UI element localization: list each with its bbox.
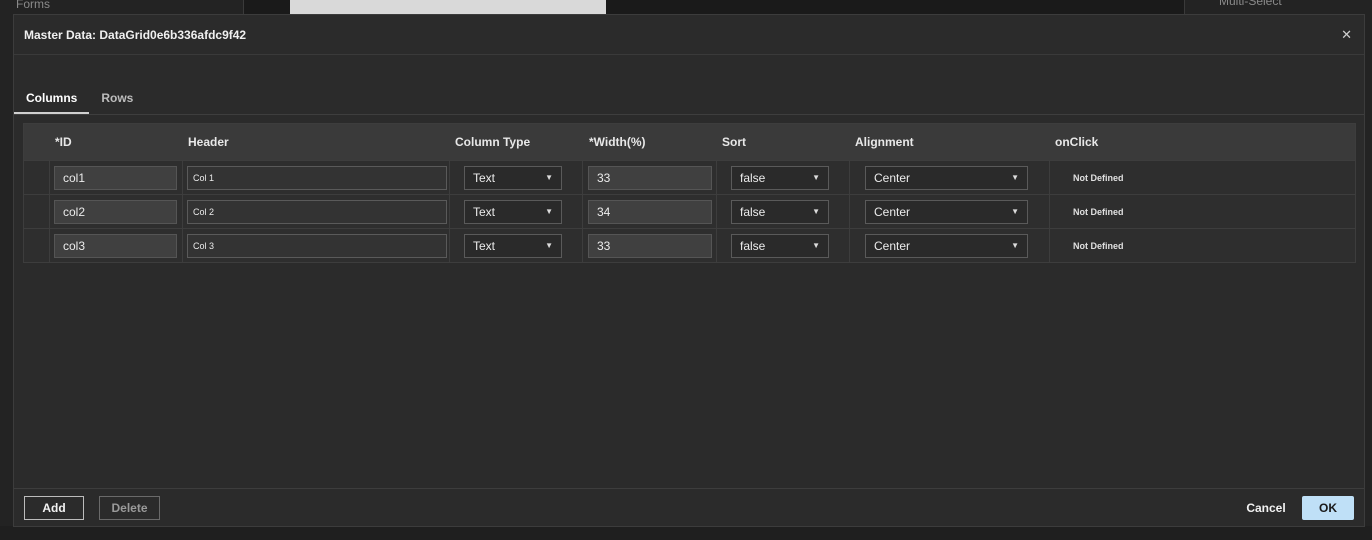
onclick-value[interactable]: Not Defined xyxy=(1073,207,1124,217)
alignment-value: Center xyxy=(874,238,911,253)
alignment-select[interactable]: Center ▼ xyxy=(865,199,1028,224)
footer-right-actions: Cancel OK xyxy=(1240,495,1354,520)
header-input[interactable]: Col 3 xyxy=(187,233,447,258)
alignment-value: Center xyxy=(874,204,911,219)
background-bottom-bar xyxy=(0,526,1372,540)
chevron-down-icon: ▼ xyxy=(812,173,820,182)
id-input[interactable]: col2 xyxy=(54,199,177,224)
alignment-select[interactable]: Center ▼ xyxy=(865,165,1028,190)
header-input[interactable]: Col 2 xyxy=(187,199,447,224)
column-type-value: Text xyxy=(473,204,496,219)
column-type-select[interactable]: Text ▼ xyxy=(464,165,562,190)
chevron-down-icon: ▼ xyxy=(1011,173,1019,182)
sort-select[interactable]: false ▼ xyxy=(731,199,829,224)
header-onclick: onClick xyxy=(1055,135,1099,149)
chevron-down-icon: ▼ xyxy=(1011,207,1019,216)
chevron-down-icon: ▼ xyxy=(1011,241,1019,250)
sort-select[interactable]: false ▼ xyxy=(731,165,829,190)
sort-value: false xyxy=(740,238,766,253)
column-type-select[interactable]: Text ▼ xyxy=(464,233,562,258)
chevron-down-icon: ▼ xyxy=(545,173,553,182)
header-input[interactable]: Col 1 xyxy=(187,165,447,190)
row-handle[interactable] xyxy=(24,229,50,262)
width-input[interactable]: 34 xyxy=(588,199,712,224)
onclick-value[interactable]: Not Defined xyxy=(1073,173,1124,183)
delete-button[interactable]: Delete xyxy=(99,495,160,520)
row-handle[interactable] xyxy=(24,161,50,194)
dialog-title: Master Data: DataGrid0e6b336afdc9f42 xyxy=(24,27,247,42)
header-id: *ID xyxy=(55,135,72,149)
chevron-down-icon: ▼ xyxy=(545,207,553,216)
id-input[interactable]: col3 xyxy=(54,233,177,258)
header-column-type: Column Type xyxy=(455,135,531,149)
alignment-value: Center xyxy=(874,170,911,185)
onclick-value[interactable]: Not Defined xyxy=(1073,241,1124,251)
master-data-dialog: Master Data: DataGrid0e6b336afdc9f42 ✕ C… xyxy=(13,14,1365,527)
tab-bar: Columns Rows xyxy=(14,87,1364,115)
table-row[interactable]: col3 Col 3 Text ▼ 33 false ▼ Center ▼ Not D… xyxy=(24,228,1355,262)
bg-tree-item-forms: Forms xyxy=(16,0,50,11)
header-width: *Width(%) xyxy=(589,135,646,149)
ok-button[interactable]: OK xyxy=(1302,495,1354,520)
grid-header-row: *ID Header Column Type *Width(%) Sort Al… xyxy=(24,124,1355,160)
background-canvas-strip xyxy=(290,0,606,14)
column-type-value: Text xyxy=(473,238,496,253)
bg-right-item: Multi-Select xyxy=(1219,0,1282,8)
sort-value: false xyxy=(740,170,766,185)
add-button[interactable]: Add xyxy=(24,495,84,520)
header-spacer xyxy=(24,124,50,160)
row-handle[interactable] xyxy=(24,195,50,228)
cancel-button[interactable]: Cancel xyxy=(1240,496,1292,520)
alignment-select[interactable]: Center ▼ xyxy=(865,233,1028,258)
dialog-footer: Add Delete Cancel OK xyxy=(14,488,1364,526)
header-alignment: Alignment xyxy=(855,135,914,149)
chevron-down-icon: ▼ xyxy=(812,207,820,216)
tab-columns[interactable]: Columns xyxy=(14,87,90,114)
header-header: Header xyxy=(188,135,229,149)
width-input[interactable]: 33 xyxy=(588,165,712,190)
column-type-select[interactable]: Text ▼ xyxy=(464,199,562,224)
header-sort: Sort xyxy=(722,135,746,149)
column-type-value: Text xyxy=(473,170,496,185)
chevron-down-icon: ▼ xyxy=(812,241,820,250)
footer-left-actions: Add Delete xyxy=(24,495,160,520)
columns-grid: *ID Header Column Type *Width(%) Sort Al… xyxy=(23,123,1356,263)
sort-select[interactable]: false ▼ xyxy=(731,233,829,258)
dialog-header: Master Data: DataGrid0e6b336afdc9f42 ✕ xyxy=(14,15,1364,55)
chevron-down-icon: ▼ xyxy=(545,241,553,250)
table-row[interactable]: col1 Col 1 Text ▼ 33 false ▼ Center ▼ Not D… xyxy=(24,160,1355,194)
sort-value: false xyxy=(740,204,766,219)
table-row[interactable]: col2 Col 2 Text ▼ 34 false ▼ Center ▼ Not D… xyxy=(24,194,1355,228)
id-input[interactable]: col1 xyxy=(54,165,177,190)
width-input[interactable]: 33 xyxy=(588,233,712,258)
tab-rows[interactable]: Rows xyxy=(89,87,145,114)
close-icon[interactable]: ✕ xyxy=(1341,27,1352,43)
